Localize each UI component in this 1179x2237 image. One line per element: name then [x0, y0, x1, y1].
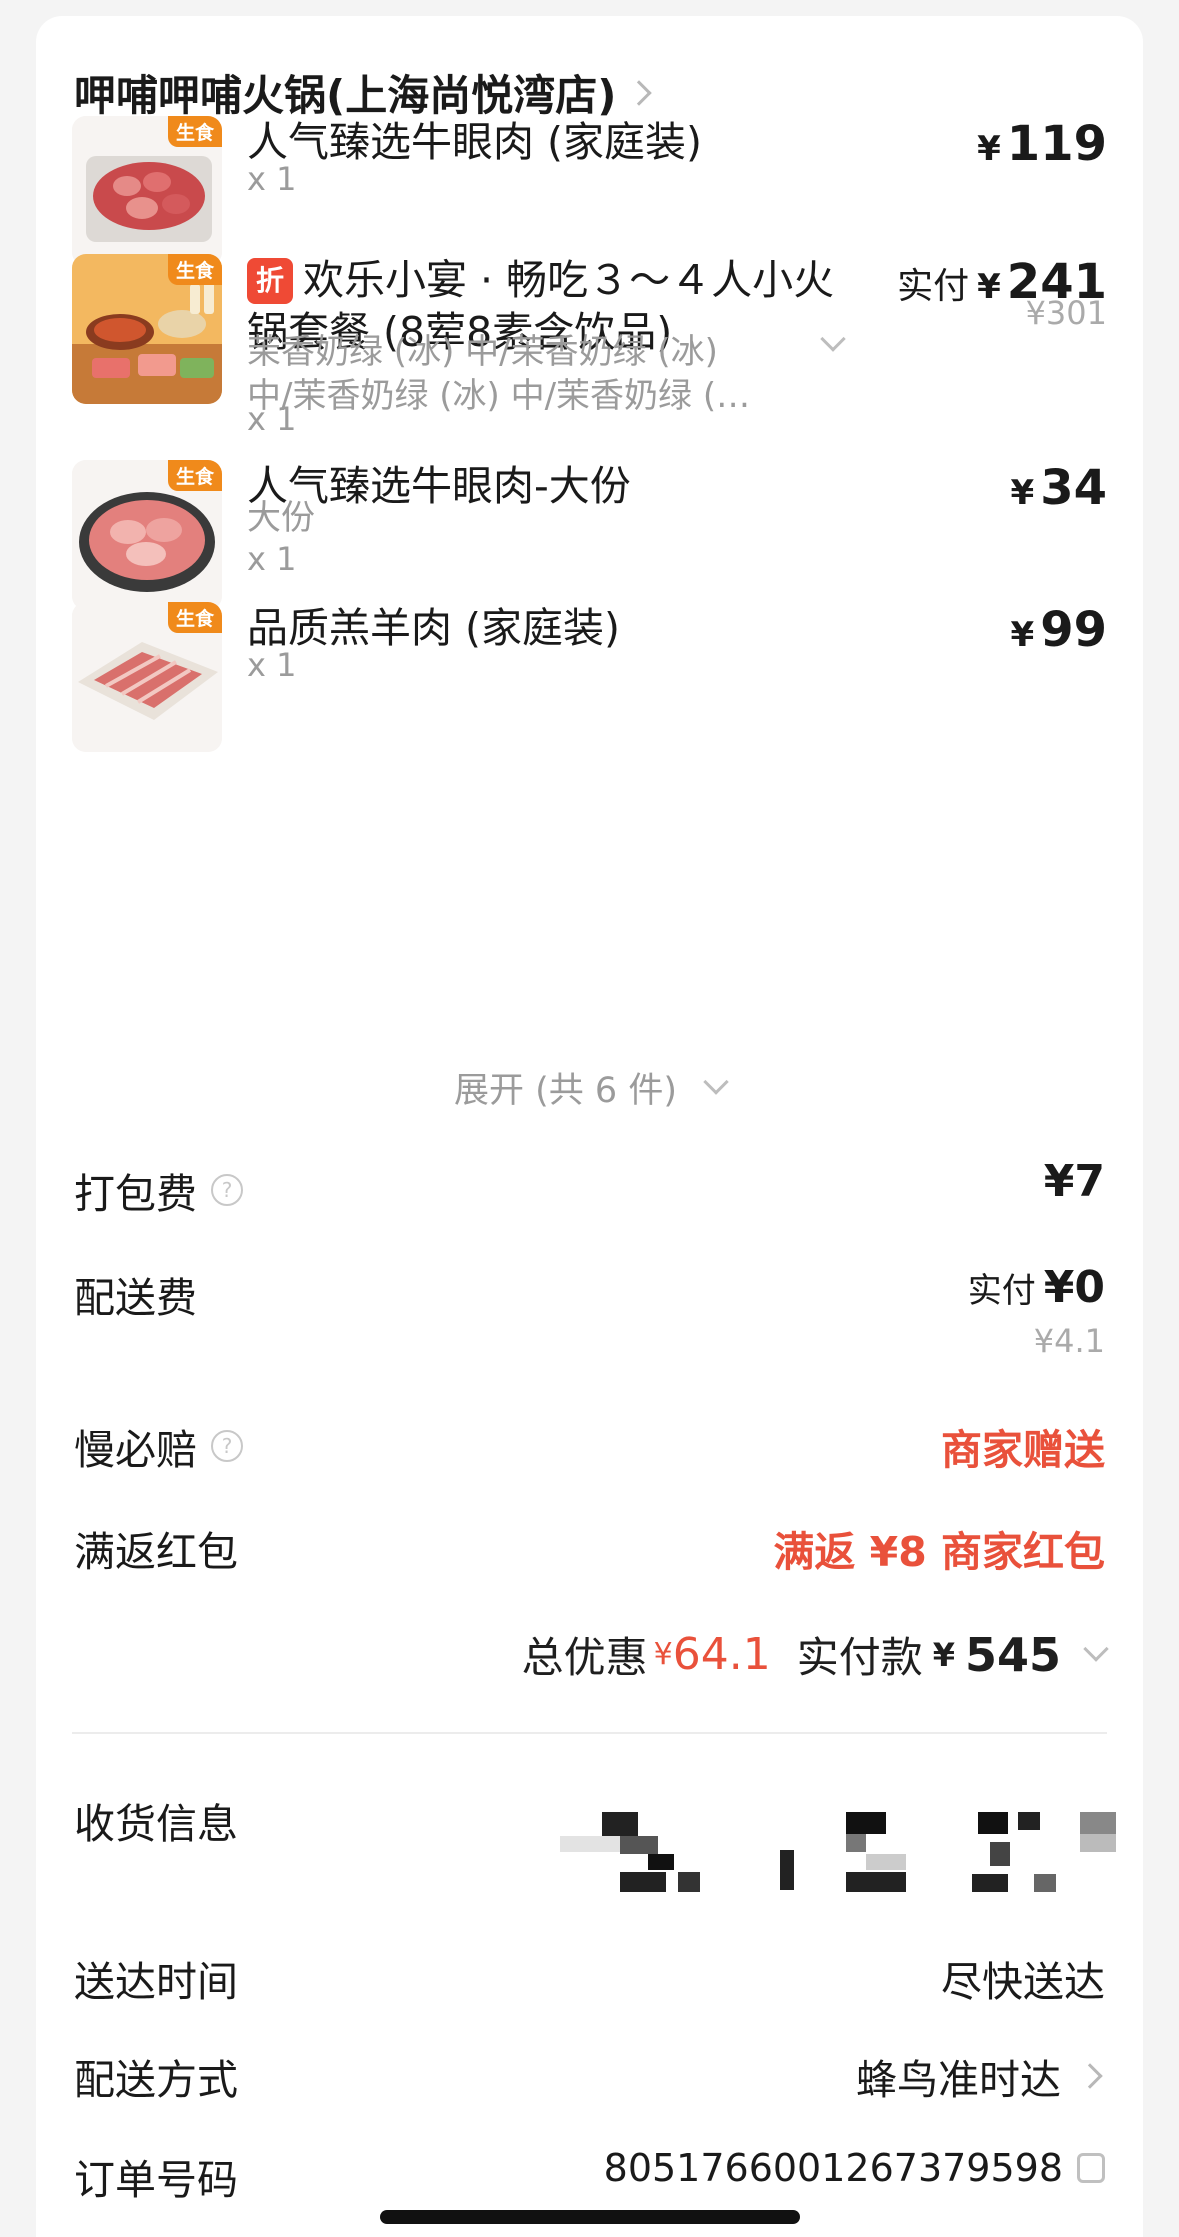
packing-fee-value: ¥7 — [1043, 1156, 1105, 1207]
item-thumbnail: 生食 — [72, 460, 222, 610]
discount-badge: 折 — [247, 258, 293, 304]
chevron-right-icon — [1077, 2063, 1103, 2089]
price-currency: ¥ — [1010, 473, 1035, 513]
item-quantity: x 1 — [247, 400, 297, 438]
delivery-time-label: 送达时间 — [74, 1958, 238, 2006]
item-options-line: 茉香奶绿 (冰) 中/茉香奶绿 (冰) — [247, 332, 718, 372]
chevron-down-icon — [703, 1068, 729, 1095]
packing-fee-text: 打包费 — [74, 1170, 197, 1218]
help-icon[interactable]: ? — [211, 1174, 243, 1206]
cashback-label: 满返红包 — [74, 1528, 238, 1576]
price-amount: 119 — [1006, 116, 1107, 172]
receiver-info-redacted — [560, 1802, 1120, 1894]
item-price: ¥34 — [1011, 460, 1107, 516]
paid-amount-label: 实付款 — [796, 1633, 923, 1682]
item-name: 品质羔羊肉 (家庭装) — [247, 604, 621, 652]
help-icon[interactable]: ? — [211, 1430, 243, 1462]
paid-amount-value: 545 — [964, 1627, 1061, 1682]
total-discount-label: 总优惠 — [521, 1633, 648, 1682]
total-discount-value: 64.1 — [672, 1629, 771, 1680]
price-currency: ¥ — [977, 267, 1001, 307]
delivery-fee-amount: ¥0 — [1043, 1262, 1105, 1313]
item-name: 人气臻选牛眼肉 (家庭装) — [247, 118, 703, 166]
packing-fee-label: 打包费 ? — [74, 1160, 243, 1220]
delivery-fee-label: 配送费 — [74, 1274, 197, 1322]
order-totals[interactable]: 总优惠 ¥ 64.1 实付款 ¥ 545 — [521, 1624, 1109, 1685]
price-currency: ¥ — [1010, 615, 1035, 655]
delivery-method-value: 蜂鸟准时达 — [856, 2056, 1061, 2104]
price-amount: 99 — [1040, 602, 1107, 658]
total-discount-currency: ¥ — [653, 1637, 673, 1672]
delivery-method-label: 配送方式 — [74, 2056, 238, 2104]
order-item[interactable]: 生食 人气臻选牛眼肉-大份 大份 x 1 ¥34 — [72, 460, 1107, 610]
order-number-row: 8051766001267379598 — [604, 2146, 1105, 2190]
receiver-info-label: 收货信息 — [74, 1800, 238, 1848]
expand-items-label: 展开 (共 6 件) — [454, 1071, 677, 1111]
store-name-link[interactable]: 呷哺呷哺火锅(上海尚悦湾店) — [74, 62, 653, 123]
raw-food-tag: 生食 — [167, 116, 222, 147]
delivery-fee-original: ¥4.1 — [1033, 1322, 1105, 1360]
order-item[interactable]: 生食 折欢乐小宴 · 畅吃３～４人小火锅套餐 (8荤8素含饮品) 茉香奶绿 (冰… — [72, 254, 1107, 438]
delivery-fee-prefix: 实付 — [967, 1271, 1036, 1311]
chevron-right-icon — [626, 79, 653, 106]
home-indicator[interactable] — [380, 2210, 800, 2224]
item-options[interactable]: 茉香奶绿 (冰) 中/茉香奶绿 (冰) 中/茉香奶绿 (冰) 中/茉香奶绿 (… — [247, 330, 807, 418]
item-thumbnail: 生食 — [72, 602, 222, 752]
raw-food-tag: 生食 — [167, 254, 222, 285]
order-number-value: 8051766001267379598 — [603, 2146, 1063, 2190]
delivery-fee-value: 实付 ¥0 — [968, 1262, 1105, 1313]
order-item[interactable]: 生食 品质羔羊肉 (家庭装) x 1 ¥99 — [72, 602, 1107, 752]
original-price: ¥301 — [1025, 294, 1107, 332]
late-compensation-value: 商家赠送 — [941, 1426, 1105, 1474]
item-quantity: x 1 — [247, 160, 297, 198]
raw-food-tag: 生食 — [167, 460, 222, 491]
late-compensation-text: 慢必赔 — [74, 1426, 197, 1474]
section-divider — [72, 1732, 1107, 1734]
store-name: 呷哺呷哺火锅(上海尚悦湾店) — [74, 71, 617, 120]
item-price: ¥99 — [1011, 602, 1107, 658]
delivery-method-link[interactable]: 蜂鸟准时达 — [856, 2046, 1105, 2106]
item-thumbnail: 生食 — [72, 116, 222, 266]
delivery-time-value: 尽快送达 — [941, 1958, 1105, 2006]
price-amount: 34 — [1040, 460, 1107, 516]
chevron-down-icon — [1083, 1635, 1109, 1662]
expand-items-button[interactable]: 展开 (共 6 件) — [0, 1062, 1179, 1113]
cashback-value: 满返 ¥8 商家红包 — [773, 1528, 1105, 1576]
item-options-line: 中/茉香奶绿 (冰) 中/茉香奶绿 (… — [247, 376, 751, 416]
price-currency: ¥ — [977, 129, 1001, 169]
item-quantity: x 1 — [247, 540, 297, 578]
order-item[interactable]: 生食 人气臻选牛眼肉 (家庭装) x 1 ¥119 — [72, 116, 1107, 266]
late-compensation-label: 慢必赔 ? — [74, 1416, 243, 1476]
paid-amount-currency: ¥ — [932, 1635, 955, 1674]
order-number-label: 订单号码 — [74, 2156, 238, 2204]
copy-icon[interactable] — [1077, 2153, 1105, 2183]
item-price: ¥119 — [977, 116, 1107, 172]
raw-food-tag: 生食 — [167, 602, 222, 633]
item-spec: 大份 — [247, 498, 315, 538]
item-thumbnail: 生食 — [72, 254, 222, 404]
price-prefix: 实付 — [897, 266, 970, 307]
item-quantity: x 1 — [247, 646, 297, 684]
